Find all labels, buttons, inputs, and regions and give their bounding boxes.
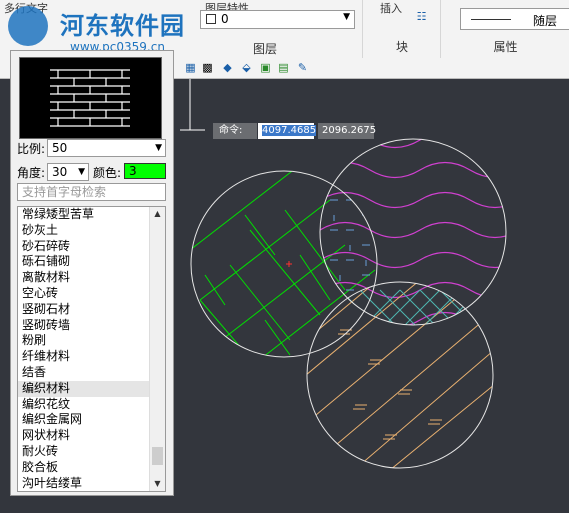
block-group: ☷ 块 <box>362 0 441 58</box>
linetype-select[interactable]: 随层 <box>460 8 569 30</box>
color-swatch[interactable]: 3 <box>124 163 166 179</box>
fill-bucket-icon[interactable]: ◆ <box>221 61 234 74</box>
layer-value: 0 <box>221 12 229 26</box>
list-item[interactable]: 离散材料 <box>18 270 165 286</box>
scale-label: 比例: <box>17 142 46 156</box>
list-item[interactable]: 胶合板 <box>18 460 165 476</box>
search-input[interactable]: 支持首字母检索 <box>17 183 166 201</box>
coord-y-input[interactable]: 2096.2675 <box>318 123 376 139</box>
list-item[interactable]: 竖砌石材 <box>18 302 165 318</box>
list-item[interactable]: 竖砌砖墙 <box>18 318 165 334</box>
scroll-up-icon[interactable]: ▲ <box>150 207 165 221</box>
coord-x-input[interactable]: 4097.4685 <box>258 123 317 139</box>
crosshair-cursor <box>286 261 292 267</box>
blue-hatch <box>330 199 370 291</box>
list-item[interactable]: 沟叶结缕草 <box>18 476 165 491</box>
list-item[interactable]: 编织金属网 <box>18 412 165 428</box>
list-item[interactable]: 纤维材料 <box>18 349 165 365</box>
scale-select[interactable]: 50 ▼ <box>47 139 166 157</box>
hatch-icon[interactable]: ▦ <box>184 61 197 74</box>
scroll-thumb[interactable] <box>152 447 163 465</box>
watermark-text: 河东软件园 <box>60 11 185 40</box>
chevron-down-icon: ▼ <box>343 12 350 22</box>
scale-value: 50 <box>52 141 68 155</box>
linetype-value: 随层 <box>533 14 558 28</box>
pattern-preview <box>19 57 162 139</box>
list-item[interactable]: 砂灰土 <box>18 223 165 239</box>
properties-group-label: 属性 <box>493 40 518 54</box>
list-scrollbar[interactable]: ▲ ▼ <box>149 207 165 491</box>
list-item[interactable]: 编织材料 <box>18 380 165 397</box>
list-item[interactable]: 空心砖 <box>18 286 165 302</box>
list-item[interactable]: 网状材料 <box>18 428 165 444</box>
list-item[interactable]: 拉韭 <box>18 491 165 492</box>
chevron-down-icon: ▼ <box>78 167 85 177</box>
list-item[interactable]: 粉刷 <box>18 333 165 349</box>
list-item[interactable]: 编织花纹 <box>18 397 165 413</box>
coord-x-value: 4097.4685 <box>262 125 317 136</box>
angle-label: 角度: <box>17 166 46 180</box>
linetype-preview <box>471 19 511 20</box>
layer-group-label: 图层 <box>252 42 277 56</box>
watermark-logo <box>8 6 48 46</box>
match-properties-icon[interactable]: ✎ <box>296 61 309 74</box>
layer-swatch <box>206 14 216 24</box>
chevron-down-icon: ▼ <box>155 143 162 153</box>
list-item[interactable]: 常绿矮型苦草 <box>18 207 165 223</box>
boundary-icon[interactable]: ⬙ <box>240 61 253 74</box>
list-item[interactable]: 耐火砖 <box>18 444 165 460</box>
list-item[interactable]: 结香 <box>18 365 165 381</box>
cursor-line <box>180 79 205 131</box>
layer-select[interactable]: 0 ▼ <box>200 10 355 29</box>
circle-left[interactable] <box>190 170 378 358</box>
list-item[interactable]: 砂石碎砖 <box>18 239 165 255</box>
pattern-preview-svg <box>50 69 130 127</box>
scroll-down-icon[interactable]: ▼ <box>150 477 165 491</box>
pattern-list-items: 常绿矮型苦草 砂灰土 砂石碎砖 砾石铺砌 离散材料 空心砖 竖砌石材 竖砌砖墙 粉刷 纤维材料 结香… <box>18 207 165 492</box>
list-item[interactable]: 砾石铺砌 <box>18 254 165 270</box>
block-group-label: 块 <box>395 40 408 54</box>
edit-hatch-icon[interactable]: ▤ <box>277 61 290 74</box>
command-label: 命令: <box>213 123 257 139</box>
angle-select[interactable]: 30 ▼ <box>47 163 89 181</box>
region-icon[interactable]: ▣ <box>259 61 272 74</box>
hatch-pattern-panel: 比例: 50 ▼ 角度: 30 ▼ 颜色: 3 支持首字母检索 常绿矮型苦草 砂灰… <box>10 50 174 496</box>
gradient-icon[interactable]: ▩ <box>201 61 214 74</box>
color-label: 颜色: <box>93 166 122 180</box>
block-icon[interactable]: ☷ <box>415 10 428 23</box>
pattern-list[interactable]: 常绿矮型苦草 砂灰土 砂石碎砖 砾石铺砌 离散材料 空心砖 竖砌石材 竖砌砖墙 粉刷 纤维材料 结香… <box>17 206 166 492</box>
angle-value: 30 <box>52 165 68 179</box>
